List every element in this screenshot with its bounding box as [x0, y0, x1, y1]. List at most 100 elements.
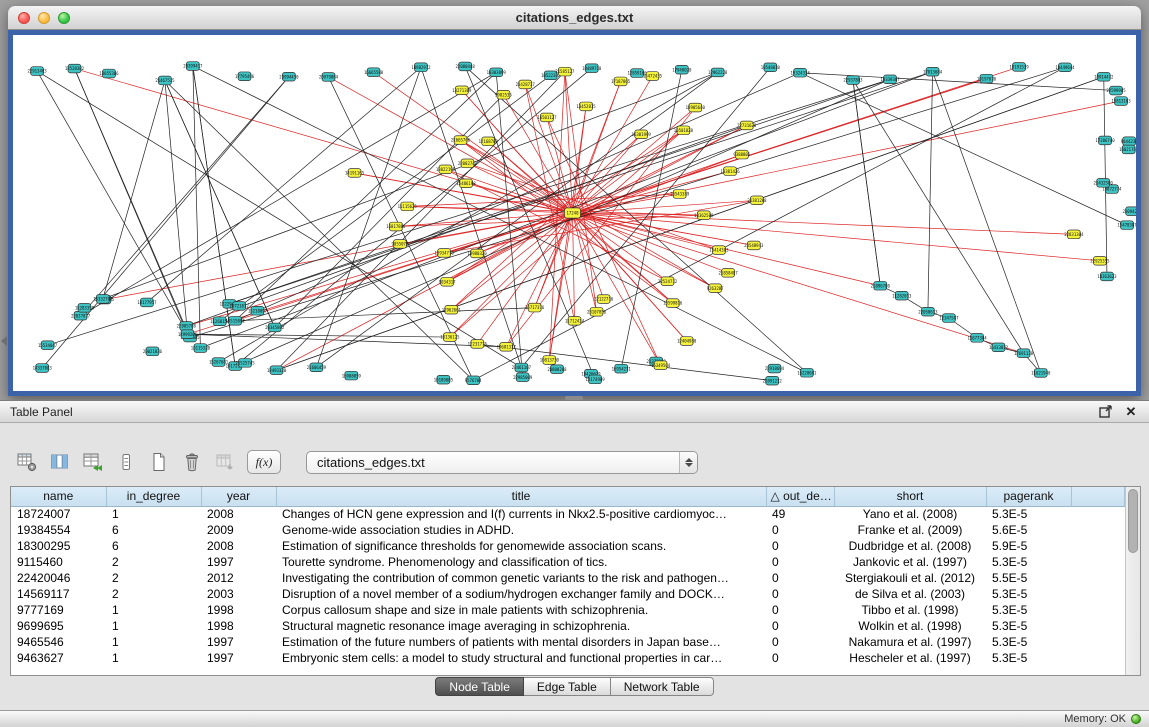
select-table-icon[interactable]: [80, 449, 106, 475]
table-row[interactable]: 1456911722003Disruption of a novel membe…: [11, 586, 1125, 602]
table-row[interactable]: 1830029562008Estimation of significance …: [11, 538, 1125, 554]
cell[interactable]: 9465546: [11, 634, 106, 650]
cell[interactable]: 2: [106, 570, 201, 586]
table-row[interactable]: 1872400712008Changes of HCN gene express…: [11, 506, 1125, 522]
cell[interactable]: 5.5E-5: [986, 570, 1071, 586]
cell[interactable]: 5.3E-5: [986, 586, 1071, 602]
network-view[interactable]: 2291346313520382138553662146751520399417…: [8, 30, 1141, 396]
cell[interactable]: 2003: [201, 586, 276, 602]
cell[interactable]: 1997: [201, 554, 276, 570]
table-row[interactable]: 946554611997Estimation of the future num…: [11, 634, 1125, 650]
cell[interactable]: 18300295: [11, 538, 106, 554]
table-row[interactable]: 946362711997Embryonic stem cells: a mode…: [11, 650, 1125, 666]
cell[interactable]: 9777169: [11, 602, 106, 618]
table-selector-dropdown[interactable]: citations_edges.txt: [306, 451, 698, 474]
cell[interactable]: Investigating the contribution of common…: [276, 570, 766, 586]
cell[interactable]: 9463627: [11, 650, 106, 666]
cell[interactable]: 2008: [201, 538, 276, 554]
close-panel-icon[interactable]: ✕: [1123, 404, 1139, 420]
cell[interactable]: Corpus callosum shape and size in male p…: [276, 602, 766, 618]
cell[interactable]: Tibbo et al. (1998): [834, 602, 986, 618]
cell[interactable]: 5.3E-5: [986, 650, 1071, 666]
float-panel-icon[interactable]: [1097, 404, 1113, 420]
cell[interactable]: 2009: [201, 522, 276, 538]
cell[interactable]: 19384554: [11, 522, 106, 538]
cell[interactable]: 1: [106, 602, 201, 618]
cell[interactable]: de Silva et al. (2003): [834, 586, 986, 602]
cell[interactable]: Structural magnetic resonance image aver…: [276, 618, 766, 634]
cell[interactable]: 5.9E-5: [986, 538, 1071, 554]
cell[interactable]: 1998: [201, 602, 276, 618]
show-columns-icon[interactable]: [47, 449, 73, 475]
cell[interactable]: 2: [106, 586, 201, 602]
minimize-button[interactable]: [38, 12, 50, 24]
cell[interactable]: Dudbridge et al. (2008): [834, 538, 986, 554]
column-header-name[interactable]: name: [11, 487, 106, 506]
cell[interactable]: 6: [106, 522, 201, 538]
cell[interactable]: 0: [766, 618, 834, 634]
cell[interactable]: Nakamura et al. (1997): [834, 634, 986, 650]
table-scrollbar[interactable]: [1125, 487, 1140, 675]
cell[interactable]: 1: [106, 618, 201, 634]
table-row[interactable]: 977716911998Corpus callosum shape and si…: [11, 602, 1125, 618]
delete-icon[interactable]: [179, 449, 205, 475]
cell[interactable]: 6: [106, 538, 201, 554]
cell[interactable]: 9115460: [11, 554, 106, 570]
tab-edge-table[interactable]: Edge Table: [524, 677, 611, 696]
cell[interactable]: 1: [106, 650, 201, 666]
cell[interactable]: Stergiakouli et al. (2012): [834, 570, 986, 586]
cell[interactable]: Franke et al. (2009): [834, 522, 986, 538]
cell[interactable]: Genome-wide association studies in ADHD.: [276, 522, 766, 538]
cell[interactable]: Hescheler et al. (1997): [834, 650, 986, 666]
tab-node-table[interactable]: Node Table: [435, 677, 524, 696]
column-header-title[interactable]: title: [276, 487, 766, 506]
table-mode-icon[interactable]: [14, 449, 40, 475]
cell[interactable]: 18724007: [11, 506, 106, 522]
column-header-year[interactable]: year: [201, 487, 276, 506]
cell[interactable]: 5.6E-5: [986, 522, 1071, 538]
cell[interactable]: Disruption of a novel member of a sodium…: [276, 586, 766, 602]
collapse-west-arrow[interactable]: [1, 336, 7, 346]
import-table-icon[interactable]: [212, 449, 238, 475]
cell[interactable]: 9699695: [11, 618, 106, 634]
cell[interactable]: 0: [766, 570, 834, 586]
cell[interactable]: 22420046: [11, 570, 106, 586]
table-row[interactable]: 969969511998Structural magnetic resonanc…: [11, 618, 1125, 634]
cell[interactable]: 5.3E-5: [986, 602, 1071, 618]
new-file-icon[interactable]: [146, 449, 172, 475]
column-header-out_de[interactable]: △ out_de…: [766, 487, 834, 506]
close-button[interactable]: [18, 12, 30, 24]
cell[interactable]: Yano et al. (2008): [834, 506, 986, 522]
column-header-short[interactable]: short: [834, 487, 986, 506]
cell[interactable]: 2: [106, 554, 201, 570]
cell[interactable]: 5.3E-5: [986, 554, 1071, 570]
cell[interactable]: 2008: [201, 506, 276, 522]
cell[interactable]: 0: [766, 634, 834, 650]
function-builder-icon[interactable]: f(x): [247, 450, 281, 474]
cell[interactable]: 0: [766, 538, 834, 554]
network-window-titlebar[interactable]: citations_edges.txt: [8, 6, 1141, 30]
cell[interactable]: 0: [766, 522, 834, 538]
cell[interactable]: 5.3E-5: [986, 618, 1071, 634]
cell[interactable]: 1997: [201, 634, 276, 650]
cell[interactable]: Estimation of significance thresholds fo…: [276, 538, 766, 554]
cell[interactable]: 2012: [201, 570, 276, 586]
zoom-button[interactable]: [58, 12, 70, 24]
column-header-pagerank[interactable]: pagerank: [986, 487, 1071, 506]
cell[interactable]: 1997: [201, 650, 276, 666]
column-header-in_degree[interactable]: in_degree: [106, 487, 201, 506]
row-list-icon[interactable]: [113, 449, 139, 475]
cell[interactable]: 5.3E-5: [986, 506, 1071, 522]
cell[interactable]: 0: [766, 602, 834, 618]
cell[interactable]: 49: [766, 506, 834, 522]
cell[interactable]: 5.3E-5: [986, 634, 1071, 650]
table-row[interactable]: 2242004622012Investigating the contribut…: [11, 570, 1125, 586]
cell[interactable]: Jankovic et al. (1997): [834, 554, 986, 570]
cell[interactable]: 1: [106, 506, 201, 522]
tab-network-table[interactable]: Network Table: [611, 677, 714, 696]
cell[interactable]: 0: [766, 650, 834, 666]
cell[interactable]: Estimation of the future numbers of pati…: [276, 634, 766, 650]
table-row[interactable]: 1938455462009Genome-wide association stu…: [11, 522, 1125, 538]
cell[interactable]: Tourette syndrome. Phenomenology and cla…: [276, 554, 766, 570]
cell[interactable]: 1: [106, 634, 201, 650]
